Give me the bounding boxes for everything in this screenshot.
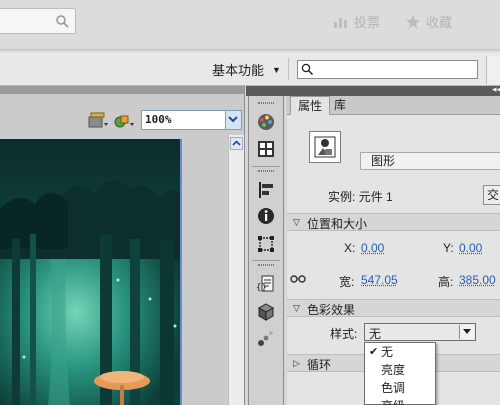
instance-name: 元件 1 [358,190,393,204]
workspace-switcher[interactable]: 基本功能 ▼ [212,60,281,79]
transform-icon[interactable] [256,234,276,254]
vote-link[interactable]: 投票 [334,12,380,31]
style-option-label: 无 [381,345,394,359]
window-control[interactable] [486,56,500,84]
help-search-input[interactable] [297,60,478,79]
collapse-arrows-icon[interactable]: ◂◂ [492,84,500,95]
grip-handle[interactable] [258,102,274,104]
chevron-down-icon[interactable] [225,111,241,129]
code-snippets-icon[interactable]: {} [256,274,276,294]
checkmark-icon: ✔ [369,346,379,358]
column-divider [252,260,280,261]
instance-row: 实例: 元件 1 [328,188,393,205]
forest-artwork [0,139,180,405]
search-icon[interactable] [55,14,69,28]
symbol-preview [309,131,341,163]
zoom-select[interactable]: 100% [141,110,242,130]
browser-top-bar: 投票 收藏 [0,0,500,50]
vote-link-label: 投票 [354,15,381,30]
style-option-brightness[interactable]: 亮度 [365,362,435,379]
stage-area: 100% [0,86,245,405]
menubar-divider [288,58,289,80]
x-value[interactable]: 0.00 [361,241,384,255]
browser-search-box[interactable] [0,8,76,34]
panel-tabs: 属性 库 [287,96,500,115]
style-select[interactable]: 无 [364,323,476,341]
symbol-type-select[interactable]: 图形 [360,152,500,170]
grip-handle[interactable] [258,170,274,172]
chevron-down-icon[interactable] [459,325,474,339]
column-divider [252,166,280,167]
style-option-label: 高级 [381,399,405,405]
info-icon[interactable] [256,206,276,226]
link-icon[interactable] [290,273,306,285]
position-size-section-header[interactable]: ▽ 位置和大小 [287,213,500,231]
bar-chart-icon [334,17,347,28]
width-label: 宽: [339,275,355,289]
panel-icon-column: {} [248,96,284,405]
chevron-down-icon: ▽ [293,217,300,227]
scroll-up-arrow-icon[interactable] [230,137,243,150]
panel-collapse-bar[interactable]: ◂◂ [246,84,500,96]
edit-symbol-icon[interactable] [113,111,135,131]
loop-section-title: 循环 [307,358,332,372]
grip-handle[interactable] [258,264,274,266]
stage-canvas[interactable] [0,139,182,405]
document-titlebar [0,86,245,94]
swatches-icon[interactable] [256,139,276,159]
instance-label: 实例: [328,190,356,204]
vertical-scrollbar[interactable] [228,135,244,405]
app-menu-bar: 基本功能 ▼ [0,52,500,86]
color-effect-section-header[interactable]: ▽ 色彩效果 [287,299,500,317]
y-value[interactable]: 0.00 [459,241,482,255]
components-icon[interactable] [256,302,276,322]
x-label: X: [344,241,356,255]
chevron-down-icon: ▼ [272,64,281,75]
motion-presets-icon[interactable] [256,328,276,348]
color-palette-icon[interactable] [256,112,276,132]
style-option-advanced[interactable]: 高级 [365,398,435,405]
stage-toolbar: 100% [0,108,245,134]
style-option-label: 亮度 [381,363,406,377]
tab-properties[interactable]: 属性 [290,96,331,115]
workspace-label: 基本功能 [212,63,265,78]
favorite-link-label: 收藏 [426,15,453,30]
graphic-symbol-icon [314,136,336,158]
edit-scene-icon[interactable] [87,111,109,131]
style-option-none[interactable]: ✔ 无 [365,344,435,361]
color-section-title: 色彩效果 [307,303,356,317]
search-icon [301,63,314,76]
tab-library[interactable]: 库 [327,96,353,115]
chevron-down-icon: ▽ [293,303,300,313]
y-label: Y: [443,241,454,255]
chevron-right-icon: ▷ [293,358,300,368]
swap-button[interactable]: 交 [483,185,500,205]
style-option-tint[interactable]: 色调 [365,380,435,397]
style-label: 样式: [330,327,358,341]
style-dropdown-menu: ✔ 无 亮度 色调 高级 [364,342,436,405]
height-value[interactable]: 385.00 [459,273,496,287]
star-icon [406,14,420,29]
style-option-label: 色调 [381,381,406,395]
height-label: 高: [438,275,454,289]
width-value[interactable]: 547.05 [361,273,398,287]
align-icon[interactable] [256,180,276,200]
svg-text:{}: {} [256,283,267,293]
favorite-link[interactable]: 收藏 [406,12,452,31]
zoom-value: 100% [145,113,172,126]
style-select-value: 无 [369,327,382,341]
position-section-title: 位置和大小 [307,217,368,231]
